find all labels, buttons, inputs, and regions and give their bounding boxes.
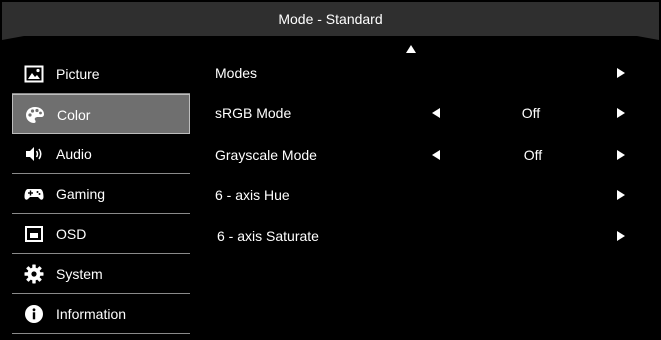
- osd-icon: [25, 226, 43, 242]
- menu-header: Mode - Standard: [2, 2, 659, 40]
- sidebar-item-system[interactable]: System: [12, 254, 190, 294]
- sidebar-item-color[interactable]: Color: [12, 94, 190, 134]
- menu-row-srgb-mode[interactable]: sRGB Mode Off: [215, 93, 635, 133]
- gear-icon: [24, 264, 44, 284]
- row-label: Grayscale Mode: [215, 147, 317, 163]
- sidebar-item-label: System: [56, 266, 103, 282]
- arrow-left-icon[interactable]: [432, 108, 440, 118]
- sidebar-item-osd[interactable]: OSD: [12, 214, 190, 254]
- sidebar-item-label: Color: [57, 107, 91, 123]
- arrow-right-icon[interactable]: [617, 68, 625, 78]
- arrow-right-icon[interactable]: [617, 150, 625, 160]
- sidebar-item-label: OSD: [56, 226, 87, 242]
- row-value: Off: [523, 147, 543, 163]
- row-label: 6 - axis Saturate: [217, 228, 319, 244]
- menu-row-6-axis-hue[interactable]: 6 - axis Hue: [215, 175, 635, 215]
- speaker-icon: [26, 147, 42, 161]
- sidebar-item-label: Picture: [56, 66, 100, 82]
- gamepad-icon: [24, 189, 44, 200]
- row-label: 6 - axis Hue: [215, 187, 290, 203]
- sidebar-item-audio[interactable]: Audio: [12, 134, 190, 174]
- arrow-right-icon[interactable]: [617, 190, 625, 200]
- scroll-up-arrow-icon[interactable]: [406, 45, 416, 53]
- row-value: Off: [521, 105, 541, 121]
- sidebar-item-information[interactable]: Information: [12, 294, 190, 334]
- arrow-right-icon[interactable]: [617, 231, 625, 241]
- sidebar: Picture Color Audio Gaming OSD System In…: [12, 54, 190, 334]
- arrow-right-icon[interactable]: [617, 108, 625, 118]
- row-label: Modes: [215, 65, 258, 81]
- mode-title: Mode - Standard: [278, 11, 383, 27]
- row-label: sRGB Mode: [215, 105, 292, 121]
- picture-icon: [24, 65, 44, 83]
- menu-row-grayscale-mode[interactable]: Grayscale Mode Off: [215, 135, 635, 175]
- sidebar-item-gaming[interactable]: Gaming: [12, 174, 190, 214]
- menu-row-6-axis-saturate[interactable]: 6 - axis Saturate: [215, 216, 635, 256]
- sidebar-item-label: Information: [56, 306, 127, 322]
- arrow-left-icon[interactable]: [432, 150, 440, 160]
- sidebar-item-label: Audio: [56, 146, 92, 162]
- osd-menu: Mode - Standard Picture Color Audio Gami…: [2, 2, 659, 338]
- sidebar-item-label: Gaming: [56, 186, 106, 202]
- sidebar-item-picture[interactable]: Picture: [12, 54, 190, 94]
- menu-row-modes[interactable]: Modes: [215, 53, 635, 93]
- palette-icon: [26, 107, 44, 123]
- info-icon: [25, 305, 43, 323]
